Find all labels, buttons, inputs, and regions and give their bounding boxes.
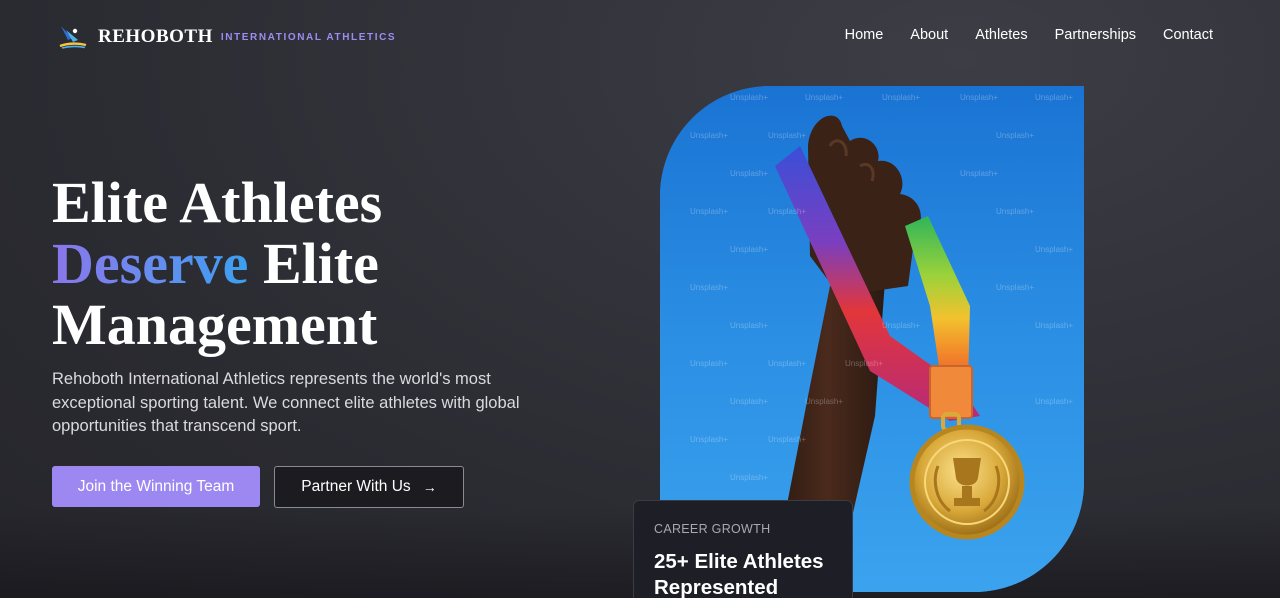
hero-title-line2-rest: Elite [248, 231, 379, 296]
stat-value-line2: Represented [654, 576, 779, 598]
watermark-text: Unsplash+ [805, 93, 843, 102]
nav-partnerships[interactable]: Partnerships [1055, 27, 1136, 43]
brand-tagline: INTERNATIONAL ATHLETICS [220, 32, 397, 43]
watermark-text: Unsplash+ [996, 131, 1034, 140]
nav-athletes[interactable]: Athletes [975, 27, 1027, 43]
watermark-text: Unsplash+ [690, 359, 728, 368]
watermark-text: Unsplash+ [996, 283, 1034, 292]
career-growth-card: CAREER GROWTH 25+ Elite Athletes Represe… [633, 500, 853, 598]
watermark-text: Unsplash+ [882, 93, 920, 102]
main-nav: Home About Athletes Partnerships Contact [845, 27, 1213, 43]
site-header: REHOBOTH INTERNATIONAL ATHLETICS Home Ab… [0, 0, 1280, 72]
nav-home[interactable]: Home [845, 27, 884, 43]
watermark-text: Unsplash+ [1035, 397, 1073, 406]
partner-button[interactable]: Partner With Us → [274, 466, 464, 508]
hero-title-line3: Management [52, 292, 378, 357]
watermark-text: Unsplash+ [730, 245, 768, 254]
scrollbar[interactable] [1274, 0, 1278, 598]
watermark-text: Unsplash+ [768, 435, 806, 444]
watermark-text: Unsplash+ [1035, 93, 1073, 102]
watermark-text: Unsplash+ [805, 397, 843, 406]
watermark-text: Unsplash+ [1035, 245, 1073, 254]
watermark-text: Unsplash+ [1035, 321, 1073, 330]
hero-title-accent: Deserve [52, 231, 249, 296]
stat-value-line1: 25+ Elite Athletes [654, 550, 824, 573]
partner-button-label: Partner With Us [301, 478, 411, 495]
nav-contact[interactable]: Contact [1163, 27, 1213, 43]
hero-title-line1: Elite Athletes [52, 170, 383, 235]
watermark-text: Unsplash+ [730, 169, 768, 178]
watermark-text: Unsplash+ [996, 207, 1034, 216]
watermark-text: Unsplash+ [768, 207, 806, 216]
join-team-button[interactable]: Join the Winning Team [52, 466, 260, 507]
brand-logo[interactable]: REHOBOTH INTERNATIONAL ATHLETICS [58, 24, 396, 50]
stat-value: 25+ Elite Athletes Represented [654, 549, 832, 598]
watermark-text: Unsplash+ [690, 131, 728, 140]
watermark-text: Unsplash+ [730, 93, 768, 102]
brand-name: REHOBOTH [98, 26, 213, 47]
watermark-text: Unsplash+ [690, 207, 728, 216]
stat-label: CAREER GROWTH [654, 522, 771, 536]
nav-about[interactable]: About [910, 27, 948, 43]
runner-logo-icon [59, 26, 87, 49]
watermark-text: Unsplash+ [960, 93, 998, 102]
watermark-text: Unsplash+ [730, 321, 768, 330]
arrow-right-icon: → [422, 479, 437, 495]
watermark-text: Unsplash+ [845, 359, 883, 368]
watermark-text: Unsplash+ [690, 283, 728, 292]
watermark-text: Unsplash+ [882, 321, 920, 330]
watermark-text: Unsplash+ [690, 435, 728, 444]
watermark-text: Unsplash+ [768, 131, 806, 140]
watermark-text: Unsplash+ [768, 359, 806, 368]
hero-description: Rehoboth International Athletics represe… [52, 370, 520, 435]
watermark-text: Unsplash+ [730, 397, 768, 406]
watermark-text: Unsplash+ [960, 169, 998, 178]
hero-title: Elite Athletes Deserve Elite Management [52, 172, 382, 355]
watermark-text: Unsplash+ [730, 473, 768, 482]
